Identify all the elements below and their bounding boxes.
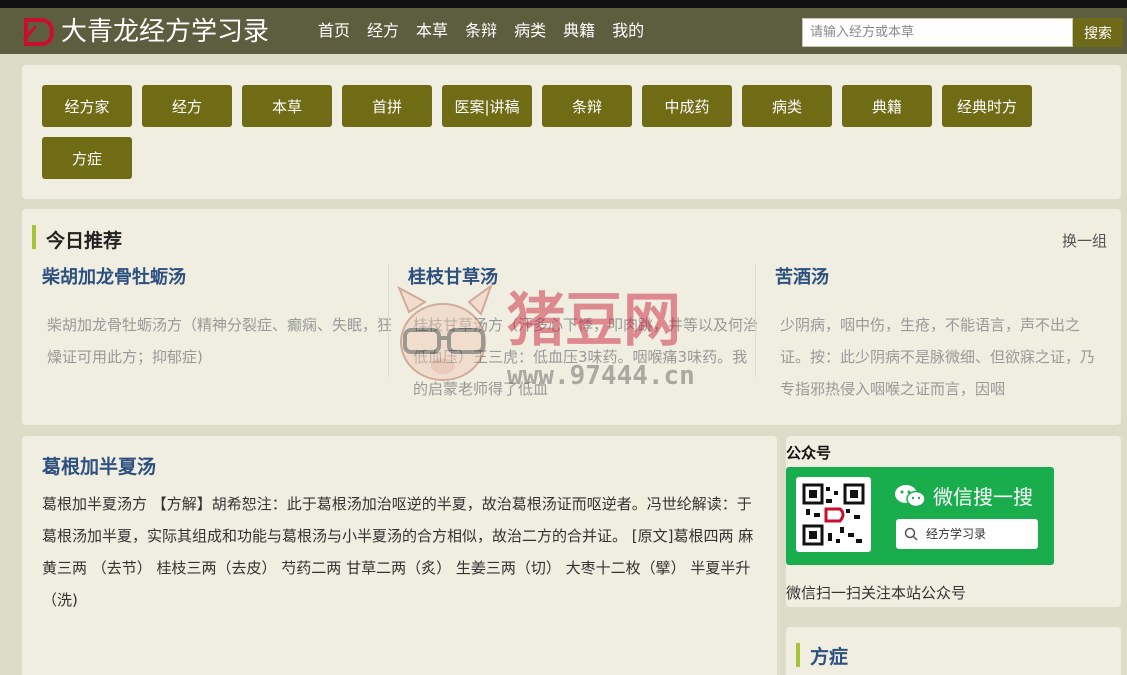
wechat-icon [895, 485, 926, 508]
wechat-search-text: 经方学习录 [926, 527, 987, 541]
swap-group-link[interactable]: 换一组 [1062, 230, 1107, 251]
column-divider [388, 265, 389, 377]
category-button-fangzheng[interactable]: 方症 [42, 137, 132, 179]
recommend-item: 桂枝甘草汤 桂枝甘草汤方（汗多心下悸，叩肉跳，井等以及何治低血压）王三虎：低血压… [408, 265, 758, 405]
recommend-item-title[interactable]: 苦酒汤 [775, 265, 1095, 291]
search-input[interactable] [802, 18, 1073, 47]
section-accent-bar [796, 643, 800, 667]
category-button-zhongchengyao[interactable]: 中成药 [642, 85, 732, 127]
category-button-jingfangjia[interactable]: 经方家 [42, 85, 132, 127]
recommend-item-title[interactable]: 柴胡加龙骨牡蛎汤 [42, 265, 392, 291]
recommend-item: 柴胡加龙骨牡蛎汤 柴胡加龙骨牡蛎汤方（精神分裂症、癫痫、失眠，狂燥证可用此方；抑… [42, 265, 392, 405]
wechat-banner[interactable]: 微信搜一搜 经方学习录 [786, 467, 1054, 565]
main-nav: 首页 经方 本草 条辩 病类 典籍 我的 [318, 20, 661, 42]
nav-dianji[interactable]: 典籍 [563, 20, 595, 42]
nav-jingfang[interactable]: 经方 [367, 20, 399, 42]
site-logo-icon[interactable] [22, 16, 54, 48]
site-title[interactable]: 大青龙经方学习录 [61, 15, 269, 49]
category-button-dianji[interactable]: 典籍 [842, 85, 932, 127]
search-button[interactable]: 搜索 [1073, 18, 1123, 47]
section-accent-bar [32, 225, 36, 249]
category-button-shoupin[interactable]: 首拼 [342, 85, 432, 127]
recommend-title: 今日推荐 [46, 230, 123, 252]
category-panel: 经方家 经方 本草 首拼 医案|讲稿 条辩 中成药 病类 典籍 经典时方 方症 [22, 65, 1121, 199]
article-panel: 葛根加半夏汤 葛根加半夏汤方 【方解】胡希恕注：此于葛根汤加治呕逆的半夏，故治葛… [22, 436, 777, 675]
wechat-search-box[interactable]: 经方学习录 [896, 519, 1038, 549]
nav-mine[interactable]: 我的 [612, 20, 644, 42]
recommend-panel: 今日推荐 换一组 柴胡加龙骨牡蛎汤 柴胡加龙骨牡蛎汤方（精神分裂症、癫痫、失眠，… [22, 209, 1121, 425]
recommend-item-title[interactable]: 桂枝甘草汤 [408, 265, 758, 291]
category-button-binglei[interactable]: 病类 [742, 85, 832, 127]
article-title[interactable]: 葛根加半夏汤 [42, 452, 156, 479]
article-body: 葛根加半夏汤方 【方解】胡希恕注：此于葛根汤加治呕逆的半夏，故治葛根汤证而呕逆者… [42, 495, 754, 609]
recommend-item: 苦酒汤 少阴病，咽中伤，生疮，不能语言，声不出之证。按：此少阴病不是脉微细、但欲… [775, 265, 1095, 405]
wechat-title: 公众号 [786, 444, 832, 462]
recommend-item-desc: 桂枝甘草汤方（汗多心下悸，叩肉跳，井等以及何治低血压）王三虎：低血压3味药。咽喉… [413, 316, 758, 398]
nav-bencao[interactable]: 本草 [416, 20, 448, 42]
column-divider [755, 265, 756, 377]
search-icon [904, 527, 918, 541]
fangzheng-title: 方症 [810, 646, 849, 668]
wechat-slogan: 微信搜一搜 [933, 485, 1033, 509]
category-button-tiaobian[interactable]: 条辩 [542, 85, 632, 127]
qr-code-icon [796, 477, 871, 552]
top-strip [0, 0, 1127, 8]
wechat-caption: 微信扫一扫关注本站公众号 [786, 584, 967, 602]
category-button-bencao[interactable]: 本草 [242, 85, 332, 127]
nav-home[interactable]: 首页 [318, 20, 350, 42]
category-button-jingdianshifang[interactable]: 经典时方 [942, 85, 1032, 127]
category-button-jingfang[interactable]: 经方 [142, 85, 232, 127]
recommend-item-desc: 少阴病，咽中伤，生疮，不能语言，声不出之证。按：此少阴病不是脉微细、但欲寐之证，… [780, 316, 1095, 398]
fangzheng-panel: 方症 [786, 627, 1121, 675]
category-button-yian[interactable]: 医案|讲稿 [442, 85, 532, 127]
header: 大青龙经方学习录 首页 经方 本草 条辩 病类 典籍 我的 搜索 [0, 8, 1127, 54]
recommend-item-desc: 柴胡加龙骨牡蛎汤方（精神分裂症、癫痫、失眠，狂燥证可用此方；抑郁症) [47, 316, 392, 366]
nav-tiaobian[interactable]: 条辩 [465, 20, 497, 42]
nav-binglei[interactable]: 病类 [514, 20, 546, 42]
wechat-panel: 公众号 微信搜一搜 经方学习录 微信扫一扫关注本站公众号 [786, 436, 1121, 607]
